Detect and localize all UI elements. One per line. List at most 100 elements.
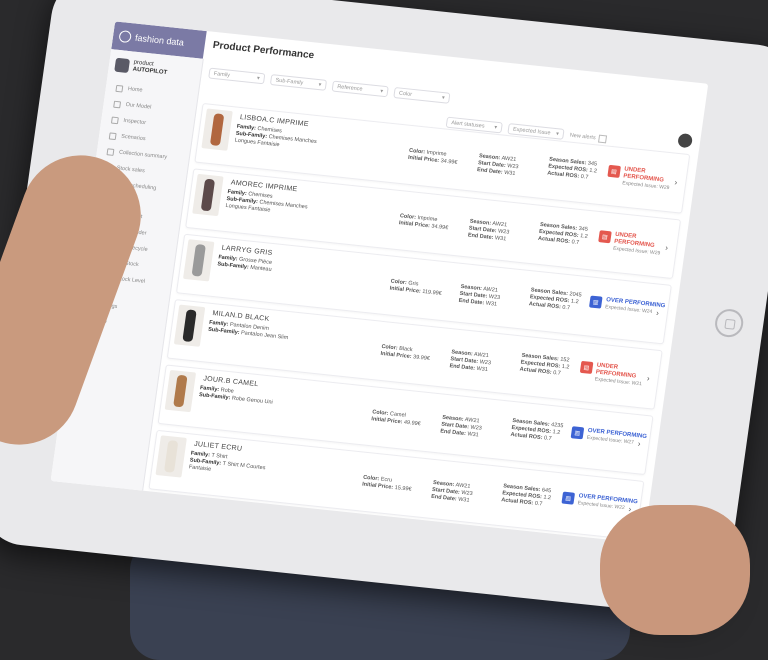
expected-ros-value: 1.2: [570, 298, 579, 306]
status-badge: ▥ OVER PERFORMING Expected Issue: W27: [570, 426, 647, 448]
color-price-block: Color: Imprime Initial Price: 34.99€: [398, 213, 449, 232]
season-block: Season: AW21 Start Date: W23 End Date: W31: [476, 153, 519, 178]
season-sales-value: 152: [559, 356, 570, 364]
sidebar-item-label: Home: [127, 86, 143, 94]
sales-block: Season Sales: 152 Expected ROS: 1.2 Actual…: [519, 353, 571, 379]
actual-ros-value: 0.7: [543, 435, 552, 443]
filter-dropdown[interactable]: Color ▾: [393, 87, 451, 104]
new-alerts-label: New alerts: [569, 132, 597, 141]
price-value: 34.99€: [440, 158, 458, 166]
sales-block: Season Sales: 345 Expected ROS: 1.2 Actual…: [537, 222, 589, 248]
color-value: Ecru: [380, 476, 393, 484]
over-performing-icon: ▥: [588, 295, 603, 309]
actual-ros-value: 0.7: [534, 500, 543, 508]
product-thumbnail: [183, 239, 215, 282]
chevron-down-icon: ▾: [555, 130, 560, 137]
season-block: Season: AW21 Start Date: W23 End Date: W31: [440, 415, 483, 440]
season-sales-value: 4235: [550, 422, 564, 430]
actual-ros-value: 0.7: [580, 173, 589, 181]
expected-ros-value: 1.2: [552, 429, 561, 436]
product-info: Family: T Shirt Sub-Family: T Shirt M Cou…: [188, 450, 266, 479]
product-thumbnail: [192, 173, 224, 217]
right-hand: [600, 505, 750, 635]
price-value: 49.99€: [403, 419, 422, 428]
season-block: Season: AW21 Start Date: W23 End Date: W31: [458, 284, 501, 309]
filter-dropdown[interactable]: Sub-Family ▾: [269, 74, 328, 91]
brand-name: fashion data: [134, 32, 185, 48]
product-info: Family: Robe Sub-Family: Robe Genou Uni: [198, 385, 274, 407]
end-label: End Date:: [439, 428, 467, 438]
season-sales-value: 645: [541, 487, 552, 495]
price-value: 34.99€: [431, 223, 449, 232]
nav-icon: [115, 84, 124, 93]
end-label: End Date:: [476, 167, 503, 176]
expected-issue-value: W29: [649, 249, 661, 257]
checkbox[interactable]: [598, 134, 608, 143]
start-value: W23: [506, 163, 519, 171]
end-label: End Date:: [458, 297, 485, 307]
season-block: Season: AW21 Start Date: W23 End Date: W31: [449, 349, 492, 374]
color-price-block: Color: Imprime Initial Price: 34.99€: [407, 148, 458, 167]
color-value: Gris: [407, 280, 419, 288]
nav-icon: [106, 147, 115, 156]
expected-issue-value: W27: [623, 438, 635, 446]
nav-icon: [113, 100, 122, 108]
filter-label: Reference: [336, 83, 363, 93]
product-thumbnail: [155, 435, 187, 478]
chevron-down-icon: ▾: [318, 81, 322, 88]
chevron-down-icon: ▾: [441, 94, 446, 101]
end-value: W31: [476, 365, 489, 374]
color-price-block: Color: Camel Initial Price: 49.99€: [371, 409, 422, 428]
status-badge: ▥ OVER PERFORMING Expected Issue: W24: [588, 295, 666, 318]
end-value: W31: [466, 431, 480, 439]
end-value: W31: [457, 496, 470, 504]
color-price-block: Color: Black Initial Price: 39.99€: [380, 344, 431, 363]
over-performing-icon: ▥: [561, 491, 576, 505]
start-value: W23: [479, 359, 492, 367]
filter-label: Sub-Family: [275, 77, 304, 86]
end-value: W31: [503, 169, 516, 178]
season-sales-value: 2045: [569, 291, 583, 299]
expected-ros-value: 1.2: [588, 167, 598, 175]
actual-ros-value: 0.7: [552, 369, 562, 377]
subfamily-value: Manteau: [249, 264, 272, 273]
product-figure: [209, 113, 225, 146]
status-badge: ▥ OVER PERFORMING Expected Issue: W22: [561, 491, 638, 514]
product-thumbnail: [164, 369, 197, 413]
product-figure: [200, 178, 216, 212]
product-info: Family: Grosse Pièce Sub-Family: Manteau: [217, 254, 273, 274]
product-figure: [173, 374, 188, 408]
sales-block: Season Sales: 2045 Expected ROS: 1.2 Actua…: [528, 287, 582, 313]
sidebar-item-label: Our Model: [125, 101, 152, 111]
color-price-block: Color: Gris Initial Price: 119.99€: [389, 279, 443, 298]
filter-label: Color: [398, 90, 413, 98]
chevron-down-icon: ▾: [493, 124, 498, 131]
sidebar-item-label: Scenarios: [120, 133, 146, 143]
filter-dropdown[interactable]: Reference ▾: [331, 80, 389, 98]
home-button[interactable]: [713, 307, 746, 339]
filter-dropdown[interactable]: Family ▾: [208, 67, 266, 85]
avatar[interactable]: [677, 132, 694, 149]
actual-ros-value: 0.7: [571, 239, 580, 247]
start-value: W23: [488, 293, 501, 302]
price-value: 119.99€: [421, 288, 443, 297]
end-label: End Date:: [467, 232, 494, 242]
expected-ros-value: 1.2: [579, 233, 589, 240]
new-alerts-toggle[interactable]: New alerts: [569, 131, 608, 143]
season-block: Season: AW21 Start Date: W23 End Date: W31: [467, 219, 510, 244]
chevron-down-icon: ▾: [256, 75, 261, 82]
expected-issue-value: W21: [631, 380, 643, 388]
product-figure: [163, 440, 179, 473]
chevron-down-icon: ▾: [379, 88, 384, 95]
expected-ros-value: 1.2: [542, 494, 552, 502]
end-value: W31: [485, 300, 498, 308]
expected-issue-value: W22: [613, 504, 626, 512]
filter-label: Expected Issue: [512, 126, 551, 136]
product-info: Family: Chemises Sub-Family: Chemises Man…: [234, 124, 318, 153]
filter-label: Family: [213, 70, 231, 79]
product-info: Family: Pantalon Denim Sub-Family: Pantal…: [208, 320, 290, 342]
under-performing-icon: ▤: [607, 164, 621, 178]
brand-logo-icon: [118, 29, 132, 44]
start-value: W23: [470, 424, 483, 432]
sales-block: Season Sales: 4235 Expected ROS: 1.2 Actua…: [510, 418, 564, 444]
